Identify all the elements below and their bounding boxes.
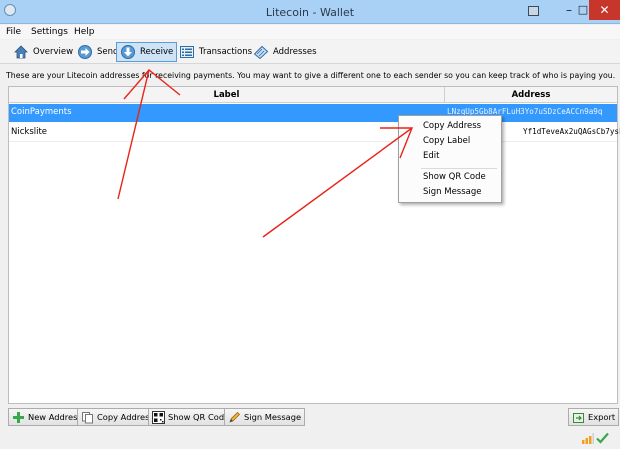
export-icon: [572, 411, 585, 424]
window-menu-icon[interactable]: [528, 6, 539, 16]
table-row[interactable]: CoinPayments LNzqUp5Gb8ArFLuH3Yo7uSDzCeA…: [9, 104, 617, 122]
menu-sign-message[interactable]: Sign Message: [423, 187, 482, 197]
copy-address-label: Copy Address: [97, 412, 154, 422]
home-icon: [13, 44, 29, 60]
addresses-icon: [253, 44, 269, 60]
window-title: Litecoin - Wallet: [265, 6, 355, 19]
receive-icon: [120, 44, 136, 60]
transactions-icon: [179, 44, 195, 60]
menu-help[interactable]: Help: [74, 27, 95, 37]
receive-tab[interactable]: Receive: [116, 42, 178, 62]
receive-label: Receive: [140, 47, 174, 57]
close-button[interactable]: ✕: [589, 0, 620, 20]
signal-strength-icon: [582, 433, 594, 447]
menu-copy-label[interactable]: Copy Label: [423, 136, 470, 146]
address-table[interactable]: Label Address CoinPayments LNzqUp5Gb8ArF…: [8, 86, 620, 404]
label-column-header[interactable]: Label: [9, 87, 445, 103]
menu-bar: File Settings Help: [0, 25, 620, 39]
show-qr-code-label: Show QR Code: [168, 412, 230, 422]
row-label: CoinPayments: [11, 107, 72, 117]
transactions-label: Transactions: [199, 47, 253, 57]
menu-file[interactable]: File: [6, 27, 21, 37]
send-icon: [77, 44, 93, 60]
addresses-tab[interactable]: Addresses: [250, 42, 320, 62]
table-row[interactable]: Nickslite Yf1dTeveAx2uQAGsCb7ysFRA: [9, 124, 620, 142]
pen-icon: [228, 411, 241, 424]
address-column-header[interactable]: Address: [445, 87, 617, 103]
page-description: These are your Litecoin addresses for re…: [6, 71, 616, 80]
context-menu: Copy Address Copy Label Edit Show QR Cod…: [398, 115, 502, 203]
transactions-tab[interactable]: Transactions: [176, 42, 255, 62]
qr-code-icon: [152, 410, 165, 424]
copy-address-button[interactable]: Copy Address: [77, 408, 158, 426]
sign-message-button[interactable]: Sign Message: [224, 408, 306, 426]
plus-icon: [12, 411, 25, 424]
row-label: Nickslite: [11, 127, 48, 137]
menu-edit[interactable]: Edit: [423, 151, 439, 161]
bottom-toolbar: New Address Copy Address Show QR Code Si…: [0, 406, 620, 428]
synced-check-icon: [596, 432, 609, 447]
overview-tab[interactable]: Overview: [10, 42, 76, 62]
row-address: Yf1dTeveAx2uQAGsCb7ysFRA: [523, 127, 620, 136]
menu-copy-address[interactable]: Copy Address: [423, 121, 481, 131]
sign-message-label: Sign Message: [244, 412, 302, 422]
addresses-label: Addresses: [273, 47, 317, 57]
status-bar: [0, 429, 620, 449]
export-label: Export: [588, 412, 616, 422]
new-address-button[interactable]: New Address: [8, 408, 86, 426]
overview-label: Overview: [33, 47, 74, 57]
toolbar: Overview Send Receive Transactions Addre…: [0, 40, 620, 64]
show-qr-code-button[interactable]: Show QR Code: [148, 408, 234, 426]
send-tab[interactable]: Send: [74, 42, 121, 62]
menu-settings[interactable]: Settings: [31, 27, 68, 37]
new-address-label: New Address: [28, 412, 82, 422]
menu-show-qr-code[interactable]: Show QR Code: [423, 172, 486, 182]
copy-icon: [81, 411, 94, 424]
menu-separator: [421, 168, 497, 169]
export-button[interactable]: Export: [568, 408, 620, 426]
title-bar: Litecoin - Wallet – □ ✕: [0, 0, 620, 24]
table-header: Label Address: [9, 87, 617, 103]
